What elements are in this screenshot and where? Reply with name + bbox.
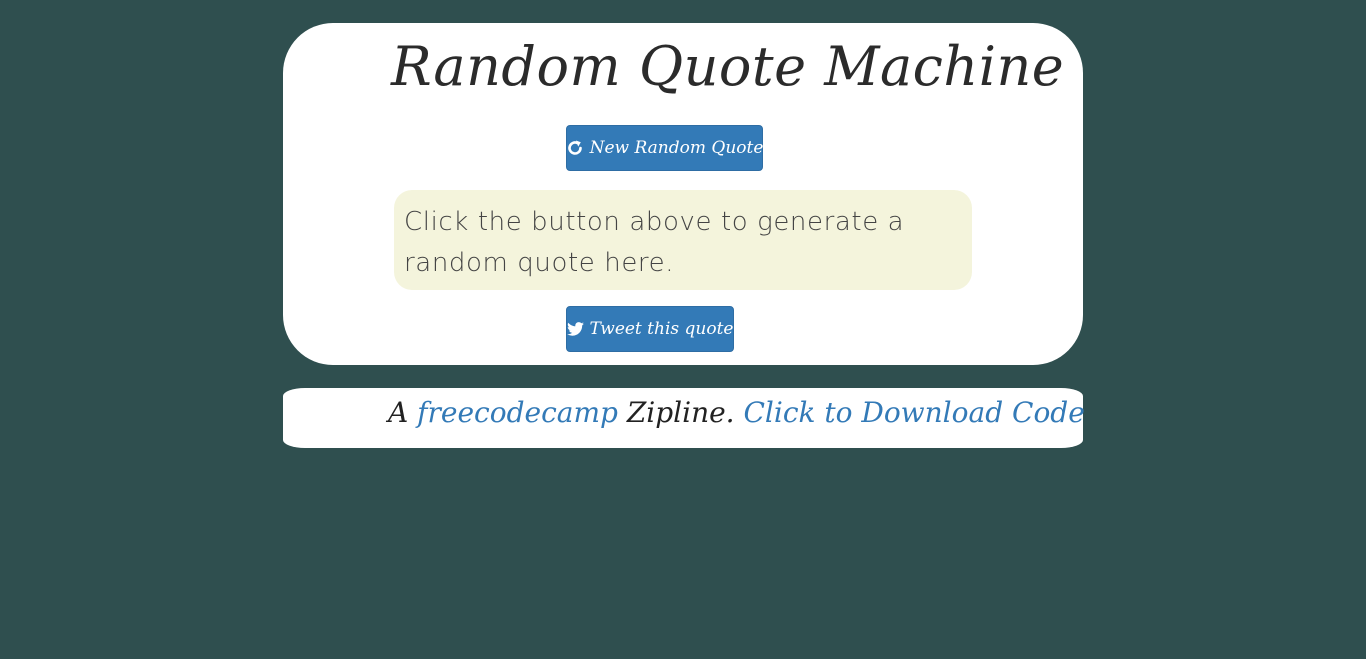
footer-prefix: A [388,396,409,429]
quote-card: Random Quote Machine New Random Quote Cl… [283,23,1083,365]
refresh-icon [566,139,584,157]
new-random-quote-label: New Random Quote [589,138,764,158]
footer-middle: Zipline. [626,396,735,429]
page-title: Random Quote Machine [391,35,1065,98]
twitter-icon [566,322,584,336]
freecodecamp-link[interactable]: freecodecamp [417,396,618,429]
new-random-quote-button[interactable]: New Random Quote [566,125,763,171]
tweet-quote-label: Tweet this quote [589,319,734,339]
download-code-link[interactable]: Click to Download Code [743,396,1084,429]
quote-text: Click the button above to generate a ran… [394,190,972,290]
tweet-quote-button[interactable]: Tweet this quote [566,306,734,352]
footer-card: A freecodecamp Zipline. Click to Downloa… [283,388,1085,448]
footer-text: A freecodecamp Zipline. Click to Downloa… [388,396,1085,429]
